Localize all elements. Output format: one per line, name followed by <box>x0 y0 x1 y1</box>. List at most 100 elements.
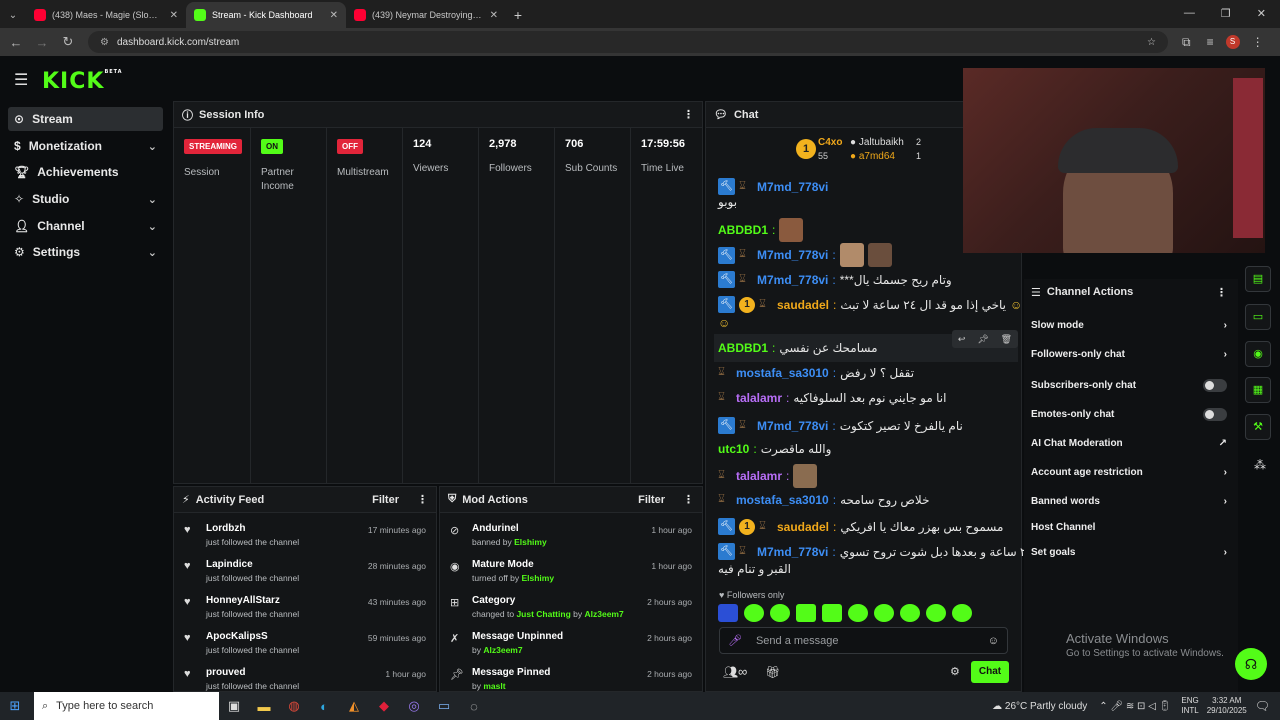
gifter-name[interactable]: Jaltubaikh <box>859 137 904 148</box>
close-icon[interactable]: ✕ <box>490 10 498 21</box>
browser-tab-1[interactable]: (438) Maes - Magie (Slowed - ✕ <box>26 2 186 28</box>
chat-icon[interactable]: ▭ <box>1245 304 1271 330</box>
activity-name[interactable]: HonneyAllStarz <box>206 595 358 606</box>
filter-button[interactable]: Filter <box>372 494 399 506</box>
weather-widget[interactable]: ☁ 26°C Partly cloudy <box>992 701 1087 712</box>
layout-icon[interactable]: ▦ <box>1245 377 1271 403</box>
clock[interactable]: 3:32 AM 29/10/2025 <box>1207 696 1247 716</box>
chat-username[interactable]: M7md_778vi <box>757 248 828 262</box>
media-icon[interactable]: ≡ <box>1207 35 1214 49</box>
more-icon[interactable]: ⋮ <box>683 493 694 506</box>
emote-icon[interactable] <box>848 604 868 622</box>
emotes-only-toggle[interactable] <box>1203 408 1227 421</box>
emote-icon[interactable] <box>770 604 790 622</box>
set-goals-row[interactable]: Set goals › <box>1031 547 1227 558</box>
back-icon[interactable]: ← <box>6 35 26 50</box>
sidebar-item-stream[interactable]: ⊙ Stream <box>8 107 163 131</box>
emote-icon[interactable] <box>822 604 842 622</box>
obs-icon[interactable]: ◌ <box>459 699 489 714</box>
emote-icon[interactable] <box>926 604 946 622</box>
chat-username[interactable]: mostafa_sa3010 <box>736 493 829 507</box>
extensions-icon[interactable]: ⧉ <box>1182 35 1191 50</box>
minimize-icon[interactable]: — <box>1184 7 1195 20</box>
chat-settings-icon[interactable]: ⚙ <box>950 665 960 678</box>
mod-name[interactable]: Message Unpinned <box>472 631 637 642</box>
system-tray-icons[interactable]: ⌃ 🎤︎ ≋ ⊡ ◁ 🔋︎ <box>1099 701 1171 712</box>
account-age-row[interactable]: Account age restriction › <box>1031 467 1227 478</box>
close-window-icon[interactable]: ✕ <box>1257 7 1266 20</box>
chat-input[interactable]: 🎤︎ Send a message ☺ <box>719 627 1008 654</box>
emote-icon[interactable] <box>900 604 920 622</box>
file-explorer-icon[interactable]: ▬ <box>249 699 279 714</box>
gifter-name[interactable]: a7md64 <box>859 151 895 162</box>
users-icon[interactable]: 👥︎ <box>723 665 738 679</box>
pin-icon[interactable]: 📌︎ <box>977 334 988 345</box>
chat-username[interactable]: talalamr <box>736 391 782 405</box>
chat-username[interactable]: talalamr <box>736 469 782 483</box>
moderator-name[interactable]: maslt <box>483 681 505 691</box>
emote-icon[interactable] <box>874 604 894 622</box>
chat-username[interactable]: utc10 <box>718 442 749 456</box>
sidebar-item-channel[interactable]: 👤︎ Channel ⌄ <box>8 214 163 238</box>
emote-icon[interactable] <box>744 604 764 622</box>
host-channel-row[interactable]: Host Channel <box>1031 522 1227 533</box>
browser-tab-2[interactable]: Stream - Kick Dashboard ✕ <box>186 2 346 28</box>
chat-username[interactable]: ABDBD1 <box>718 341 768 355</box>
nodes-icon[interactable]: ⁂ <box>1254 458 1266 472</box>
sidebar-item-studio[interactable]: ✧ Studio ⌄ <box>8 187 163 211</box>
subscribers-only-toggle[interactable] <box>1203 379 1227 392</box>
moderator-name[interactable]: Elshimy <box>514 537 547 547</box>
new-tab-button[interactable]: + <box>506 7 530 23</box>
app-icon[interactable]: ◆ <box>369 698 399 714</box>
mic-icon[interactable]: 🎤︎ <box>728 634 742 647</box>
chat-username[interactable]: M7md_778vi <box>757 419 828 433</box>
chat-username[interactable]: mostafa_sa3010 <box>736 366 829 380</box>
chrome-icon[interactable]: ◍ <box>279 698 309 714</box>
delete-icon[interactable]: 🗑︎ <box>1001 334 1012 345</box>
sidebar-item-monetization[interactable]: $ Monetization ⌄ <box>8 134 163 158</box>
emoji-picker-icon[interactable]: ☺ <box>988 635 999 647</box>
emote-icon[interactable] <box>796 604 816 622</box>
activity-name[interactable]: ApocKalipsS <box>206 631 358 642</box>
moderator-name[interactable]: Elshimy <box>521 573 554 583</box>
app-icon[interactable]: ▭ <box>429 698 459 714</box>
mod-name[interactable]: Message Pinned <box>472 667 637 678</box>
mod-name[interactable]: Andurinel <box>472 523 641 534</box>
help-headset-button[interactable]: ☊ <box>1235 648 1267 680</box>
kick-logo[interactable]: KICKBETA <box>42 69 123 94</box>
taskbar-search[interactable]: ⌕ Type here to search <box>34 692 219 720</box>
url-field[interactable]: ⚙ dashboard.kick.com/stream ☆ <box>88 31 1168 53</box>
more-icon[interactable]: ⋮ <box>417 493 428 506</box>
sidebar-item-settings[interactable]: ⚙ Settings ⌄ <box>8 240 163 264</box>
gift-icon[interactable]: 🎁︎ <box>765 665 780 679</box>
ai-moderation-row[interactable]: AI Chat Moderation ↗ <box>1031 438 1227 449</box>
close-icon[interactable]: ✕ <box>330 10 338 21</box>
profile-avatar[interactable]: S <box>1225 35 1240 49</box>
moderator-name[interactable]: Alz3eem7 <box>483 645 522 655</box>
reload-icon[interactable]: ↻ <box>58 34 78 50</box>
mod-name[interactable]: Category <box>472 595 637 606</box>
chat-username[interactable]: saudadel <box>777 298 829 312</box>
broadcast-icon[interactable]: ◉ <box>1245 341 1271 367</box>
sidebar-item-achievements[interactable]: 🏆︎ Achievements <box>8 160 163 184</box>
banned-words-row[interactable]: Banned words › <box>1031 496 1227 507</box>
chat-username[interactable]: M7md_778vi <box>757 545 828 559</box>
more-icon[interactable]: ⋮ <box>1216 286 1227 299</box>
more-icon[interactable]: ⋮ <box>683 108 694 121</box>
filter-button[interactable]: Filter <box>638 494 665 506</box>
task-view-icon[interactable]: ▣ <box>219 698 249 714</box>
wrench-icon[interactable]: ⚒ <box>1245 414 1271 440</box>
chat-username[interactable]: saudadel <box>777 520 829 534</box>
app-icon[interactable]: ◭ <box>339 698 369 714</box>
activity-name[interactable]: Lordbzh <box>206 523 358 534</box>
restore-icon[interactable]: ❐ <box>1221 7 1231 20</box>
chat-username[interactable]: ABDBD1 <box>718 223 768 237</box>
edge-icon[interactable]: ◐ <box>309 699 339 714</box>
site-info-icon[interactable]: ⚙ <box>100 37 109 48</box>
hamburger-menu-icon[interactable]: ☰ <box>14 70 28 90</box>
close-icon[interactable]: ✕ <box>170 10 178 21</box>
reply-icon[interactable]: ↩ <box>958 334 966 345</box>
tab-search-icon[interactable]: ⌄ <box>0 10 26 21</box>
activity-name[interactable]: prouved <box>206 667 375 678</box>
chat-username[interactable]: M7md_778vi <box>757 180 828 194</box>
